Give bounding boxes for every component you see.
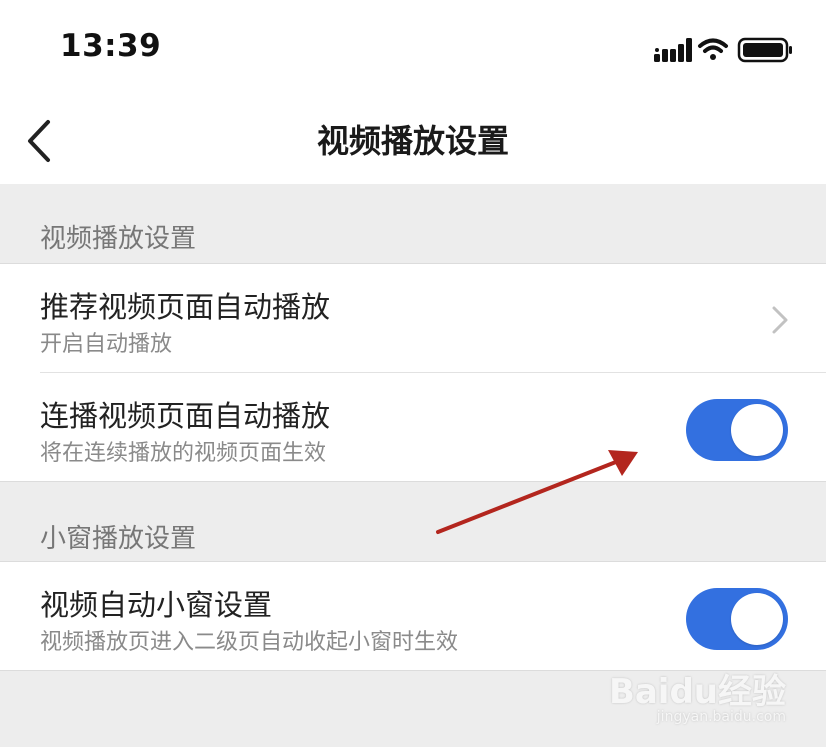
- section-header-mini-window: 小窗播放设置: [0, 482, 826, 562]
- chevron-right-icon: [772, 306, 788, 334]
- setting-row-auto-mini-window: 视频自动小窗设置 视频播放页进入二级页自动收起小窗时生效: [0, 562, 826, 671]
- setting-title: 视频自动小窗设置: [40, 588, 273, 622]
- toggle-knob: [731, 593, 783, 645]
- setting-row-recommended-autoplay[interactable]: 推荐视频页面自动播放 开启自动播放: [0, 264, 826, 373]
- toggle-knob: [731, 404, 783, 456]
- setting-subtitle: 开启自动播放: [40, 332, 173, 357]
- status-icons: [654, 37, 792, 63]
- setting-title: 连播视频页面自动播放: [40, 399, 331, 433]
- continuous-autoplay-toggle[interactable]: [686, 399, 788, 461]
- section-header-video-playback: 视频播放设置: [0, 184, 826, 264]
- battery-icon: [737, 37, 792, 63]
- setting-title: 推荐视频页面自动播放: [40, 290, 331, 324]
- watermark-logo: Baidu经验: [608, 672, 786, 712]
- setting-row-continuous-autoplay: 连播视频页面自动播放 将在连续播放的视频页面生效: [0, 373, 826, 482]
- status-time: 13:39: [60, 28, 162, 64]
- baidu-watermark: Baidu经验 jingyan.baidu.com: [609, 664, 786, 725]
- auto-mini-window-toggle[interactable]: [686, 588, 788, 650]
- wifi-icon: [698, 38, 728, 60]
- cellular-signal-icon: [654, 38, 692, 62]
- setting-subtitle: 视频播放页进入二级页自动收起小窗时生效: [40, 630, 459, 655]
- setting-subtitle: 将在连续播放的视频页面生效: [40, 441, 327, 466]
- top-area: 13:39 视频播放设置: [0, 0, 826, 184]
- page-title: 视频播放设置: [316, 122, 509, 160]
